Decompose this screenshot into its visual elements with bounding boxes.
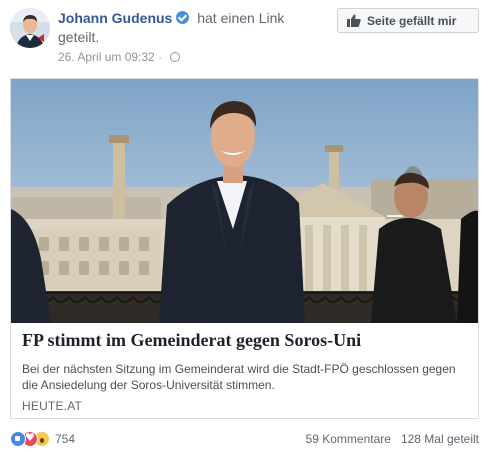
link-preview-image[interactable] bbox=[11, 79, 478, 323]
link-preview-description: Bei der nächsten Sitzung im Gemeinderat … bbox=[22, 362, 456, 392]
post-meta: 26. April um 09:32 · bbox=[58, 50, 181, 64]
link-preview-domain: HEUTE.AT bbox=[22, 399, 83, 413]
link-preview-title[interactable]: FP stimmt im Gemeinderat gegen Soros-Uni bbox=[22, 330, 472, 351]
like-page-label: Seite gefällt mir bbox=[367, 13, 457, 28]
facebook-post: Johann Gudenus hat einen Link geteilt. 2… bbox=[0, 0, 488, 456]
author-name-link[interactable]: Johann Gudenus bbox=[58, 10, 172, 26]
author-avatar[interactable] bbox=[10, 8, 50, 48]
post-timestamp-link[interactable]: 26. April um 09:32 bbox=[58, 50, 155, 64]
post-header-text: Johann Gudenus hat einen Link geteilt. bbox=[58, 9, 328, 47]
link-preview-card[interactable]: FP stimmt im Gemeinderat gegen Soros-Uni… bbox=[10, 78, 479, 419]
thumbs-up-icon bbox=[347, 14, 361, 27]
globe-icon[interactable] bbox=[170, 52, 181, 62]
engagement-stats: 59 Kommentare 128 Mal geteilt bbox=[306, 432, 479, 446]
comments-count-link[interactable]: 59 Kommentare bbox=[306, 432, 391, 446]
like-reaction-icon bbox=[10, 431, 26, 447]
shares-count-link[interactable]: 128 Mal geteilt bbox=[401, 432, 479, 446]
verified-badge-icon bbox=[176, 11, 190, 24]
reaction-count[interactable]: 754 bbox=[55, 432, 75, 446]
reactions-summary[interactable]: 754 bbox=[10, 431, 75, 447]
like-page-button[interactable]: Seite gefällt mir bbox=[337, 8, 479, 33]
